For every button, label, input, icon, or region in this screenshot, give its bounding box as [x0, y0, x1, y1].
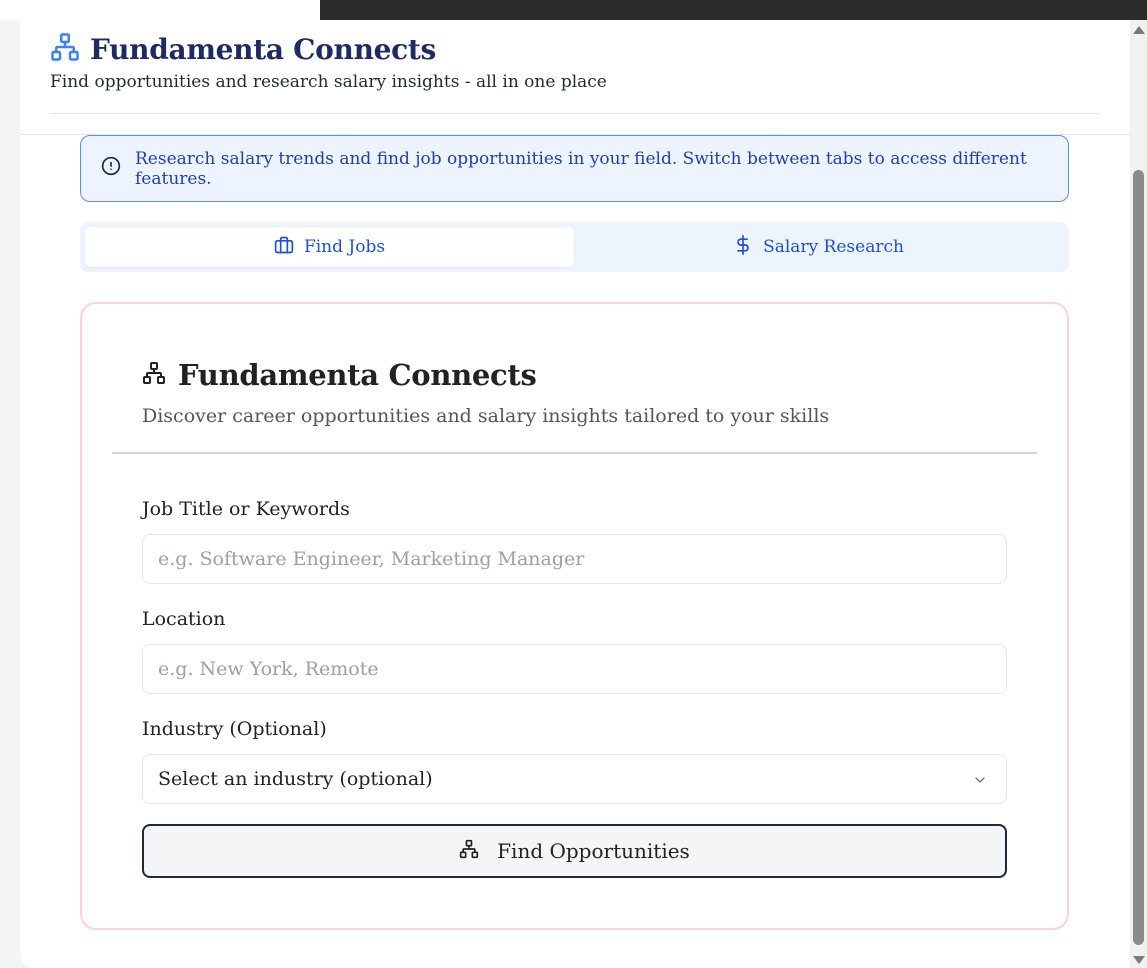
search-card: Fundamenta Connects Discover career oppo… [80, 302, 1069, 930]
app-window: Fundamenta Connects Find opportunities a… [20, 20, 1130, 968]
brand[interactable]: Fundamenta Connects [50, 32, 436, 66]
info-circle-icon [101, 156, 121, 181]
find-opportunities-button[interactable]: Find Opportunities [142, 824, 1007, 878]
app-subtitle: Find opportunities and research salary i… [50, 72, 607, 92]
dollar-icon [733, 234, 753, 260]
browser-bar-right [320, 0, 1147, 20]
card-subtitle: Discover career opportunities and salary… [142, 405, 830, 427]
industry-select-value: Select an industry (optional) [158, 768, 433, 790]
chevron-down-icon [972, 771, 988, 793]
industry-select[interactable]: Select an industry (optional) [142, 754, 1007, 804]
network-icon [50, 32, 80, 66]
scroll-thumb[interactable] [1133, 170, 1144, 945]
scroll-down-arrow-icon[interactable] [1133, 956, 1145, 964]
find-opportunities-label: Find Opportunities [497, 839, 690, 863]
tab-list: Find Jobs Salary Research [80, 222, 1069, 272]
location-input[interactable] [142, 644, 1007, 694]
app-title: Fundamenta Connects [90, 32, 436, 66]
industry-label: Industry (Optional) [142, 718, 327, 740]
tab-find-jobs-label: Find Jobs [303, 237, 386, 257]
alert-text: Research salary trends and find job oppo… [135, 148, 1027, 189]
scroll-up-arrow-icon[interactable] [1133, 26, 1145, 34]
location-label: Location [142, 608, 226, 630]
briefcase-icon [274, 235, 294, 260]
tab-salary-research[interactable]: Salary Research [574, 227, 1063, 267]
network-icon [459, 839, 479, 864]
card-title: Fundamenta Connects [178, 358, 537, 392]
card-header: Fundamenta Connects [142, 358, 537, 392]
job-title-input[interactable] [142, 534, 1007, 584]
network-icon [142, 361, 166, 389]
tab-salary-research-label: Salary Research [763, 237, 904, 257]
tab-find-jobs[interactable]: Find Jobs [85, 227, 574, 267]
info-alert: Research salary trends and find job oppo… [80, 135, 1069, 202]
vertical-scrollbar[interactable] [1130, 20, 1147, 968]
app-header: Fundamenta Connects Find opportunities a… [20, 20, 1130, 135]
job-title-label: Job Title or Keywords [142, 498, 350, 520]
divider [112, 452, 1037, 454]
browser-bar-left [0, 0, 320, 20]
